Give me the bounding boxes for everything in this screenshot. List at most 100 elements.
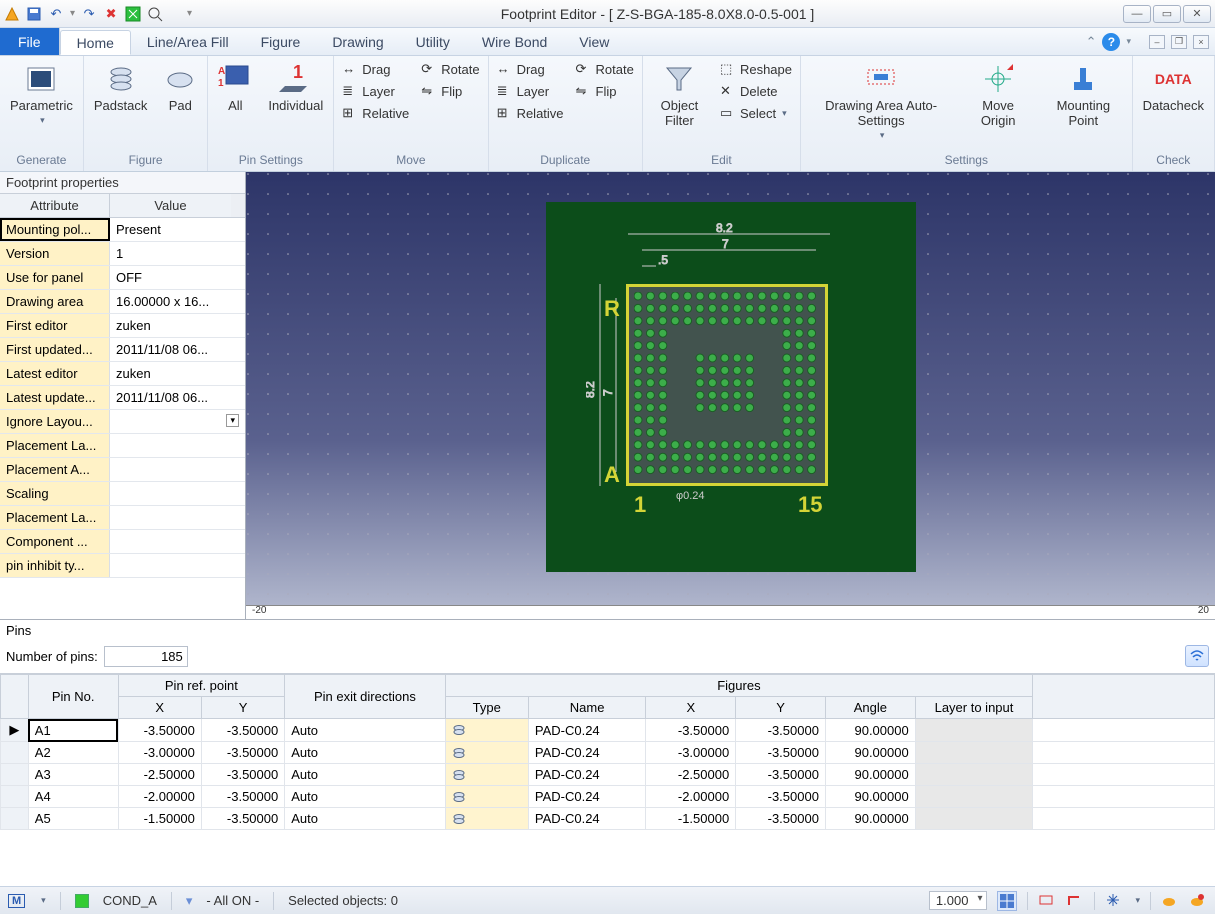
pad-button[interactable]: Pad [159, 60, 201, 115]
pins-title: Pins [0, 620, 1215, 641]
selected-objects: Selected objects: 0 [288, 893, 398, 908]
pin-row[interactable]: A4-2.00000-3.50000AutoPAD-C0.24-2.00000-… [1, 786, 1215, 808]
pins-wifi-icon[interactable] [1185, 645, 1209, 667]
dup-drag-button[interactable]: ↔Drag [495, 60, 566, 78]
mdi-close-button[interactable]: × [1193, 35, 1209, 49]
prop-row[interactable]: Drawing area16.00000 x 16... [0, 290, 245, 314]
parametric-button[interactable]: Parametric▾ [6, 60, 77, 128]
pin-row[interactable]: A3-2.50000-3.50000AutoPAD-C0.24-2.50000-… [1, 764, 1215, 786]
pin-row[interactable]: ▶A1-3.50000-3.50000AutoPAD-C0.24-3.50000… [1, 719, 1215, 742]
tab-utility[interactable]: Utility [400, 28, 466, 55]
reshape-button[interactable]: ⬚Reshape [718, 60, 794, 78]
status-icon-3[interactable] [1105, 892, 1123, 910]
close-button[interactable]: ✕ [1183, 5, 1211, 23]
drawing-area-button[interactable]: Drawing Area Auto-Settings▾ [807, 60, 955, 143]
dup-flip-button[interactable]: ⇋Flip [574, 82, 636, 100]
svg-text:1: 1 [293, 64, 303, 82]
ruler-horizontal: -20 20 [246, 605, 1215, 619]
move-flip-button[interactable]: ⇋Flip [419, 82, 481, 100]
prop-row[interactable]: First updated...2011/11/08 06... [0, 338, 245, 362]
ribbon-collapse-icon[interactable]: ⌃ [1086, 34, 1097, 50]
zoom-combo[interactable]: 1.000 [929, 891, 988, 910]
pins-count-input[interactable] [104, 646, 188, 667]
col-15-label: 15 [798, 492, 822, 518]
dup-layer-button[interactable]: ≣Layer [495, 82, 566, 100]
bga-grid [634, 292, 824, 482]
pins-all-button[interactable]: A1 All [214, 60, 256, 115]
status-bar: M▾ COND_A ▾ - All ON - Selected objects:… [0, 886, 1215, 914]
title-bar: ↶ ▾ ↷ ✖ ▾ Footprint Editor - [ Z-S-BGA-1… [0, 0, 1215, 28]
zoom-icon[interactable] [147, 6, 163, 22]
move-rotate-button[interactable]: ⟳Rotate [419, 60, 481, 78]
prop-row[interactable]: Latest editorzuken [0, 362, 245, 386]
mdi-restore-button[interactable]: ❐ [1171, 35, 1187, 49]
tab-drawing[interactable]: Drawing [316, 28, 399, 55]
delete-x-icon[interactable]: ✖ [103, 6, 119, 22]
status-icon-5[interactable] [1189, 892, 1207, 910]
status-icon-2[interactable] [1066, 892, 1084, 910]
prop-row[interactable]: Scaling [0, 482, 245, 506]
status-icon-1[interactable] [1038, 892, 1056, 910]
tab-figure[interactable]: Figure [245, 28, 317, 55]
row-r-label: R [604, 296, 620, 322]
prop-row[interactable]: Version1 [0, 242, 245, 266]
prop-row[interactable]: Latest update...2011/11/08 06... [0, 386, 245, 410]
fit-icon[interactable] [125, 6, 141, 22]
filter-funnel-icon[interactable]: ▾ [186, 893, 193, 909]
properties-title: Footprint properties [0, 172, 245, 193]
app-icon [4, 6, 20, 22]
delete-button[interactable]: ✕Delete [718, 82, 794, 100]
props-header-attribute[interactable]: Attribute [0, 194, 110, 217]
filter-text[interactable]: - All ON - [206, 893, 259, 908]
menu-row: File HomeLine/Area FillFigureDrawingUtil… [0, 28, 1215, 56]
pins-count-label: Number of pins: [6, 649, 98, 664]
prop-row[interactable]: pin inhibit ty... [0, 554, 245, 578]
prop-row[interactable]: Ignore Layou...▾ [0, 410, 245, 434]
tab-line-area-fill[interactable]: Line/Area Fill [131, 28, 245, 55]
prop-row[interactable]: Placement A... [0, 458, 245, 482]
prop-row[interactable]: Placement La... [0, 506, 245, 530]
pins-table[interactable]: Pin No. Pin ref. point Pin exit directio… [0, 674, 1215, 830]
tab-view[interactable]: View [563, 28, 625, 55]
status-icon-4[interactable] [1161, 892, 1179, 910]
maximize-button[interactable]: ▭ [1153, 5, 1181, 23]
prop-row[interactable]: Placement La... [0, 434, 245, 458]
file-menu[interactable]: File [0, 28, 60, 55]
layer-name[interactable]: COND_A [103, 893, 157, 908]
move-origin-button[interactable]: Move Origin [963, 60, 1033, 130]
object-filter-button[interactable]: Object Filter [649, 60, 710, 130]
select-button[interactable]: ▭Select▾ [718, 104, 794, 122]
pins-individual-button[interactable]: 1 Individual [264, 60, 327, 115]
undo-icon[interactable]: ↶ [48, 6, 64, 22]
pin-row[interactable]: A2-3.00000-3.50000AutoPAD-C0.24-3.00000-… [1, 742, 1215, 764]
layer-color-icon[interactable] [75, 894, 89, 908]
datacheck-button[interactable]: DATA Datacheck [1139, 60, 1208, 115]
redo-icon[interactable]: ↷ [81, 6, 97, 22]
prop-row[interactable]: Component ... [0, 530, 245, 554]
pin-row[interactable]: A5-1.50000-3.50000AutoPAD-C0.24-1.50000-… [1, 808, 1215, 830]
mdi-minimize-button[interactable]: – [1149, 35, 1165, 49]
minimize-button[interactable]: — [1123, 5, 1151, 23]
props-header-value[interactable]: Value [110, 194, 231, 217]
move-layer-button[interactable]: ≣Layer [340, 82, 411, 100]
status-m-icon[interactable]: M [8, 894, 25, 908]
move-drag-button[interactable]: ↔Drag [340, 60, 411, 78]
mounting-point-button[interactable]: Mounting Point [1041, 60, 1126, 130]
grid-toggle-icon[interactable] [997, 891, 1017, 911]
window-title: Footprint Editor - [ Z-S-BGA-185-8.0X8.0… [192, 6, 1123, 22]
tab-wire-bond[interactable]: Wire Bond [466, 28, 563, 55]
row-a-label: A [604, 462, 620, 488]
svg-text:A: A [218, 66, 225, 77]
prop-row[interactable]: Mounting pol...Present [0, 218, 245, 242]
prop-row[interactable]: First editorzuken [0, 314, 245, 338]
dup-rotate-button[interactable]: ⟳Rotate [574, 60, 636, 78]
pins-panel: Pins Number of pins: Pin No. Pin ref. po… [0, 619, 1215, 886]
help-icon[interactable]: ? [1102, 33, 1120, 51]
dup-relative-button[interactable]: ⊞Relative [495, 104, 566, 122]
move-relative-button[interactable]: ⊞Relative [340, 104, 411, 122]
tab-home[interactable]: Home [60, 30, 131, 55]
drawing-canvas[interactable]: 8.2 7 .5 8.2 7 R A 1 15 φ0.24 -20 20 [246, 172, 1215, 619]
prop-row[interactable]: Use for panelOFF [0, 266, 245, 290]
save-icon[interactable] [26, 6, 42, 22]
padstack-button[interactable]: Padstack [90, 60, 151, 115]
